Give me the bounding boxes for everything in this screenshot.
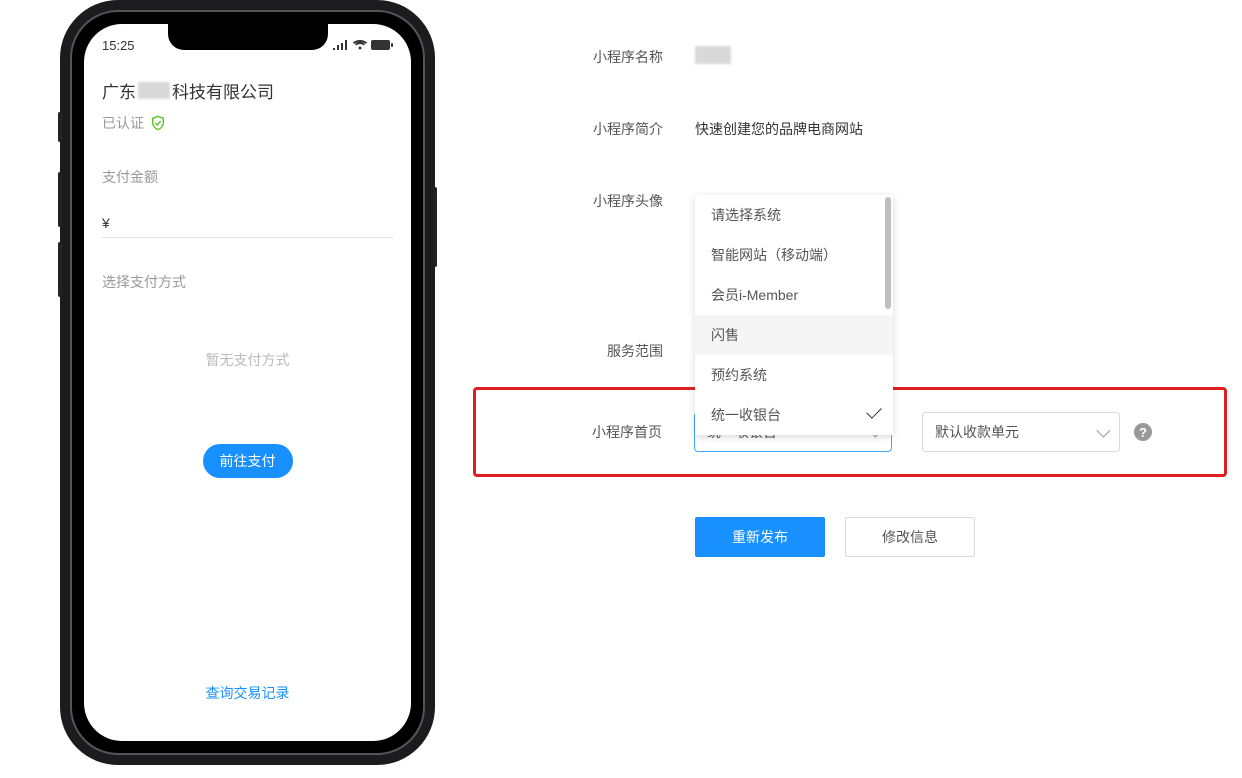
label-service-scope: 服务范围 xyxy=(495,341,695,361)
page-container: 15:25 广东 科技有限公司 已认证 xyxy=(0,0,1242,778)
row-miniapp-avatar: 小程序头像 请选择系统 智能网站（移动端） 会员i-Member 闪售 预约系统… xyxy=(495,191,1222,211)
value-miniapp-name xyxy=(695,46,731,67)
amount-input[interactable]: ¥ xyxy=(102,215,393,238)
label-miniapp-name: 小程序名称 xyxy=(495,47,695,67)
value-miniapp-intro: 快速创建您的品牌电商网站 xyxy=(695,119,863,139)
pay-method-label: 选择支付方式 xyxy=(102,272,393,292)
wifi-icon xyxy=(353,40,367,50)
phone-notch xyxy=(168,24,328,50)
transaction-history-link[interactable]: 查询交易记录 xyxy=(84,683,411,703)
label-miniapp-homepage: 小程序首页 xyxy=(494,422,694,442)
phone-screen: 15:25 广东 科技有限公司 已认证 xyxy=(84,24,411,741)
signal-icon xyxy=(333,40,349,50)
dropdown-item-selected[interactable]: 统一收银台 xyxy=(695,395,893,435)
system-dropdown[interactable]: 请选择系统 智能网站（移动端） 会员i-Member 闪售 预约系统 统一收银台 xyxy=(695,195,893,435)
company-prefix: 广东 xyxy=(102,78,136,103)
phone-side-button xyxy=(58,172,62,227)
masked-name xyxy=(695,46,731,64)
edit-info-button[interactable]: 修改信息 xyxy=(845,517,975,557)
dropdown-item[interactable]: 会员i-Member xyxy=(695,275,893,315)
form-panel: 小程序名称 小程序简介 快速创建您的品牌电商网站 小程序头像 请选择系统 智能网… xyxy=(495,0,1242,778)
phone-frame: 15:25 广东 科技有限公司 已认证 xyxy=(70,10,425,755)
phone-side-button xyxy=(58,112,62,142)
verified-row: 已认证 xyxy=(102,113,393,133)
phone-preview-wrap: 15:25 广东 科技有限公司 已认证 xyxy=(0,0,495,778)
action-button-row: 重新发布 修改信息 xyxy=(495,517,1222,557)
dropdown-item[interactable]: 闪售 xyxy=(695,315,893,355)
verified-text: 已认证 xyxy=(102,113,144,133)
chevron-down-icon xyxy=(1096,424,1110,438)
select-value: 默认收款单元 xyxy=(935,422,1019,442)
homepage-unit-select[interactable]: 默认收款单元 xyxy=(922,412,1120,452)
currency-symbol: ¥ xyxy=(102,215,110,231)
phone-content: 广东 科技有限公司 已认证 支付金额 ¥ 选择支付方式 暂无支付方式 前往支付 xyxy=(84,58,411,478)
dropdown-item[interactable]: 智能网站（移动端） xyxy=(695,235,893,275)
company-name-mask xyxy=(138,82,170,99)
check-icon xyxy=(866,403,882,419)
republish-button[interactable]: 重新发布 xyxy=(695,517,825,557)
no-pay-method-text: 暂无支付方式 xyxy=(102,350,393,370)
pay-button[interactable]: 前往支付 xyxy=(203,444,293,478)
label-miniapp-intro: 小程序简介 xyxy=(495,119,695,139)
company-suffix: 科技有限公司 xyxy=(172,78,274,103)
label-miniapp-avatar: 小程序头像 xyxy=(495,191,695,211)
dropdown-item-label: 统一收银台 xyxy=(711,407,781,423)
company-name: 广东 科技有限公司 xyxy=(102,78,393,103)
verified-shield-icon xyxy=(150,115,166,131)
status-icons xyxy=(333,40,393,50)
row-miniapp-intro: 小程序简介 快速创建您的品牌电商网站 xyxy=(495,119,1222,139)
amount-label: 支付金额 xyxy=(102,167,393,187)
dropdown-item[interactable]: 预约系统 xyxy=(695,355,893,395)
status-time: 15:25 xyxy=(102,38,135,53)
phone-side-button xyxy=(58,242,62,297)
dropdown-item[interactable]: 请选择系统 xyxy=(695,195,893,235)
phone-side-button xyxy=(433,187,437,267)
row-miniapp-name: 小程序名称 xyxy=(495,46,1222,67)
battery-icon xyxy=(371,40,393,50)
help-icon[interactable]: ? xyxy=(1134,423,1152,441)
